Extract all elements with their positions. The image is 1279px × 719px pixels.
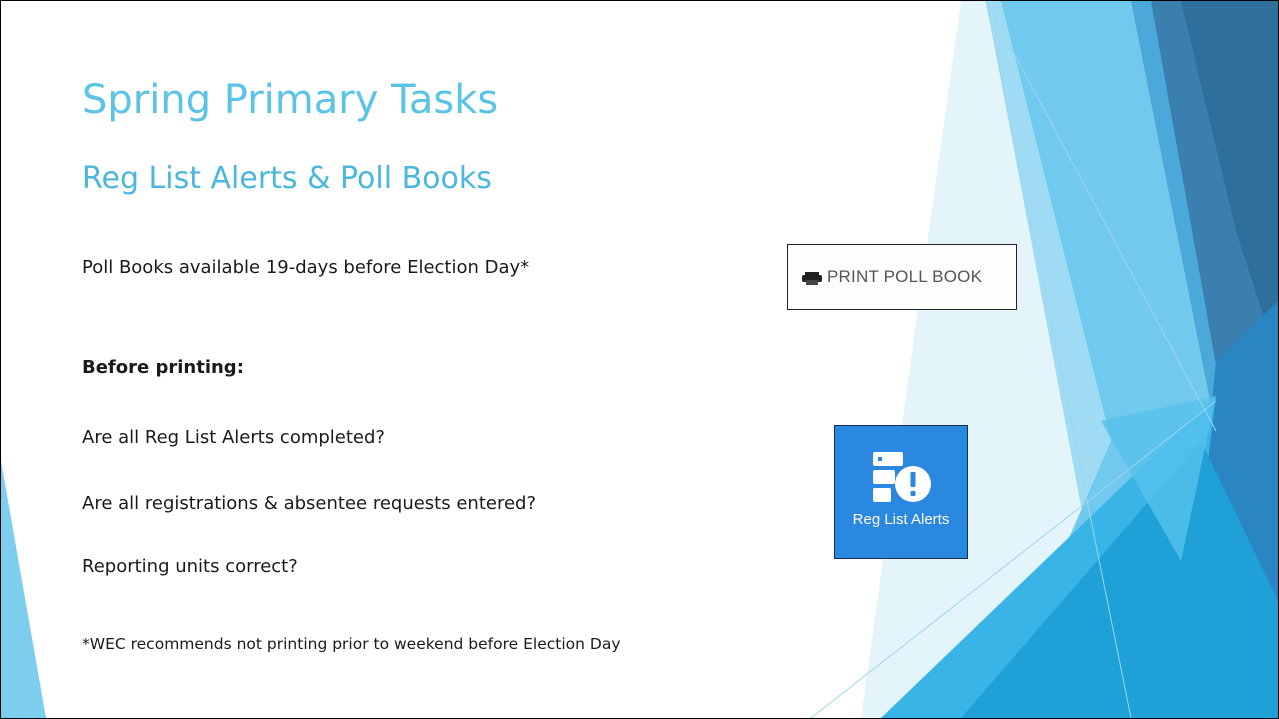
print-poll-book-label: PRINT POLL BOOK bbox=[827, 267, 983, 286]
reg-list-alerts-label: Reg List Alerts bbox=[852, 511, 950, 528]
reg-list-alerts-question: Are all Reg List Alerts completed? bbox=[82, 427, 385, 448]
slide-title: Spring Primary Tasks bbox=[82, 77, 499, 123]
reporting-units-question: Reporting units correct? bbox=[82, 556, 298, 577]
footnote: *WEC recommends not printing prior to we… bbox=[82, 635, 621, 653]
reg-list-alerts-tile[interactable]: Reg List Alerts bbox=[834, 425, 968, 559]
slide-subtitle: Reg List Alerts & Poll Books bbox=[82, 161, 492, 196]
before-printing-heading: Before printing: bbox=[82, 357, 244, 378]
print-poll-book-button[interactable]: PRINT POLL BOOK bbox=[787, 244, 1017, 310]
list-alert-icon bbox=[871, 446, 935, 512]
printer-icon bbox=[802, 270, 822, 285]
poll-books-availability-text: Poll Books available 19-days before Elec… bbox=[82, 257, 530, 278]
slide: Spring Primary Tasks Reg List Alerts & P… bbox=[0, 0, 1279, 719]
registrations-question: Are all registrations & absentee request… bbox=[82, 493, 537, 514]
